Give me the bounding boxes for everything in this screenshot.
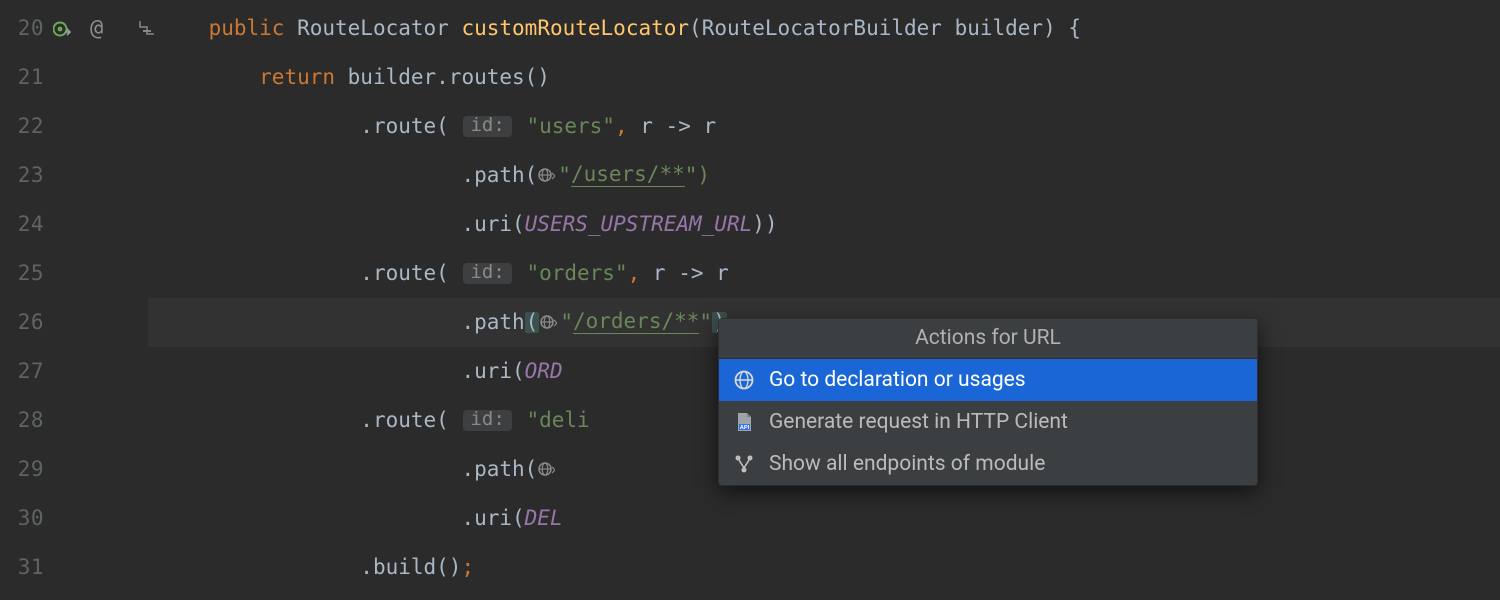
popup-item-label: Go to declaration or usages: [769, 370, 1026, 391]
code-editor: 20 @ 21 22 23 24 25 26 27 28 29 30 31 pu…: [0, 0, 1500, 600]
keyword: return: [259, 67, 335, 88]
method-call: .build(): [360, 557, 461, 578]
endpoints-icon: [733, 453, 755, 475]
globe-icon[interactable]: [539, 313, 557, 331]
code-line[interactable]: .route( id: "orders", r -> r: [148, 249, 1500, 298]
popup-item-label: Generate request in HTTP Client: [769, 412, 1068, 433]
line-number: 30: [18, 508, 44, 529]
line-number: 20: [18, 18, 44, 39]
code-line[interactable]: .uri(DEL: [148, 494, 1500, 543]
method-call: .uri(: [461, 214, 524, 235]
popup-item-generate-request[interactable]: API Generate request in HTTP Client: [719, 401, 1257, 443]
line-number: 22: [18, 116, 44, 137]
constant-ref: USERS_UPSTREAM_URL: [525, 214, 753, 235]
line-number: 28: [18, 410, 44, 431]
method-name: customRouteLocator: [461, 18, 689, 39]
line-number: 27: [18, 361, 44, 382]
popup-item-show-endpoints[interactable]: Show all endpoints of module: [719, 443, 1257, 485]
url-actions-popup: Actions for URL Go to declaration or usa…: [718, 318, 1258, 486]
code-line[interactable]: .build();: [148, 543, 1500, 592]
method-call: .uri(: [461, 508, 524, 529]
gutter: 20 @ 21 22 23 24 25 26 27 28 29 30 31: [0, 0, 148, 600]
method-call: .uri(: [461, 361, 524, 382]
globe-icon[interactable]: [537, 166, 555, 184]
constant-ref: ORD: [525, 361, 563, 382]
method-call: .route(: [360, 116, 449, 137]
code-line[interactable]: .uri(USERS_UPSTREAM_URL)): [148, 200, 1500, 249]
parameter-hint: id:: [463, 410, 511, 431]
line-number: 23: [18, 165, 44, 186]
type: RouteLocator: [297, 18, 449, 39]
code-area[interactable]: public RouteLocator customRouteLocator ( R…: [148, 0, 1500, 600]
line-number: 25: [18, 263, 44, 284]
code-line[interactable]: return builder.routes(): [148, 53, 1500, 102]
globe-icon[interactable]: [537, 460, 555, 478]
annotation-gutter-icon[interactable]: @: [90, 18, 103, 40]
param-type: RouteLocatorBuilder: [702, 18, 942, 39]
popup-item-go-to-declaration[interactable]: Go to declaration or usages: [719, 359, 1257, 401]
code-line[interactable]: public RouteLocator customRouteLocator(R…: [148, 4, 1500, 53]
line-number: 24: [18, 214, 44, 235]
url-path-literal[interactable]: /users/**: [571, 164, 685, 187]
method-call: .path: [461, 312, 524, 333]
constant-ref: DEL: [525, 508, 563, 529]
code-line[interactable]: .route( id: "users", r -> r: [148, 102, 1500, 151]
param-name: builder: [955, 18, 1044, 39]
globe-icon: [733, 369, 755, 391]
line-number: 21: [18, 67, 44, 88]
line-number: 31: [18, 557, 44, 578]
matched-brace: (: [525, 312, 540, 333]
line-number: 29: [18, 459, 44, 480]
code-line[interactable]: .path("/users/**"): [148, 151, 1500, 200]
method-call: .route(: [360, 410, 449, 431]
method-call: .path(: [461, 459, 537, 480]
keyword: public: [209, 18, 285, 39]
parameter-hint: id:: [463, 116, 511, 137]
popup-title: Actions for URL: [719, 319, 1257, 359]
popup-item-label: Show all endpoints of module: [769, 454, 1045, 475]
line-number: 26: [18, 312, 44, 333]
string-literal: "deli: [526, 410, 589, 431]
url-path-literal[interactable]: /orders/**: [573, 311, 699, 334]
bean-gutter-icon[interactable]: [53, 20, 71, 38]
method-call: .path(: [461, 165, 537, 186]
parameter-hint: id:: [463, 263, 511, 284]
gutter-row: 20 @: [0, 4, 148, 53]
method-call: .route(: [360, 263, 449, 284]
string-literal: "users": [526, 116, 615, 137]
api-file-icon: API: [733, 411, 755, 433]
string-literal: "orders": [526, 263, 627, 284]
svg-text:API: API: [740, 425, 750, 431]
